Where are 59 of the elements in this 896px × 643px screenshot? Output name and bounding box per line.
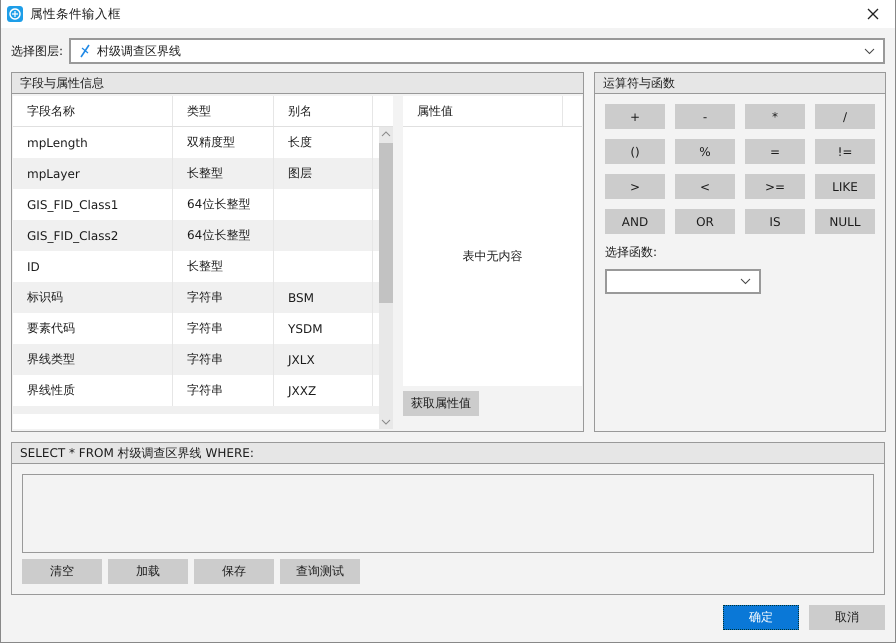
table-cell: 界线类型 xyxy=(13,344,173,375)
operator-button[interactable]: + xyxy=(605,104,665,129)
panel-header: SELECT * FROM 村级调查区界线 WHERE: xyxy=(12,443,884,464)
scroll-up-icon[interactable] xyxy=(381,131,391,137)
operator-button[interactable]: > xyxy=(605,174,665,199)
operator-button[interactable]: % xyxy=(675,139,735,164)
operator-button[interactable]: * xyxy=(745,104,805,129)
empty-message: 表中无内容 xyxy=(462,248,522,265)
table-cell: 字符串 xyxy=(173,344,274,375)
table-cell: 图层 xyxy=(288,165,312,182)
function-dropdown[interactable] xyxy=(605,269,761,294)
column-header[interactable]: 别名 xyxy=(274,96,373,126)
panel-header: 字段与属性信息 xyxy=(12,73,583,94)
table-cell: 标识码 xyxy=(13,282,173,313)
ok-button[interactable]: 确定 xyxy=(723,605,799,630)
operator-button[interactable]: - xyxy=(675,104,735,129)
query-button[interactable]: 查询测试 xyxy=(280,559,360,584)
operator-button[interactable]: OR xyxy=(675,209,735,234)
operator-button[interactable]: = xyxy=(745,139,805,164)
table-cell: YSDM xyxy=(288,322,323,336)
query-button[interactable]: 加载 xyxy=(108,559,188,584)
panel-header: 运算符与函数 xyxy=(595,73,885,94)
operator-button[interactable]: () xyxy=(605,139,665,164)
table-cell: mpLayer xyxy=(13,158,173,189)
operator-button[interactable]: LIKE xyxy=(815,174,875,199)
table-cell: 64位长整型 xyxy=(173,220,274,251)
scroll-down-icon[interactable] xyxy=(381,419,391,425)
chevron-icon xyxy=(740,278,751,285)
layer-dropdown[interactable]: 村级调查区界线 xyxy=(69,38,885,64)
chevron-icon xyxy=(864,48,875,54)
close-icon[interactable] xyxy=(867,8,879,20)
operator-button[interactable]: NULL xyxy=(815,209,875,234)
operator-button[interactable]: IS xyxy=(745,209,805,234)
operator-button[interactable]: >= xyxy=(745,174,805,199)
operator-button[interactable]: / xyxy=(815,104,875,129)
operator-button[interactable]: < xyxy=(675,174,735,199)
operator-button[interactable]: != xyxy=(815,139,875,164)
query-button[interactable]: 清空 xyxy=(22,559,102,584)
cancel-button[interactable]: 取消 xyxy=(809,605,885,630)
query-button[interactable]: 保存 xyxy=(194,559,274,584)
layer-label: 选择图层: xyxy=(11,42,64,60)
window-title: 属性条件输入框 xyxy=(30,6,122,22)
function-label: 选择函数: xyxy=(605,244,658,261)
table-cell: JXLX xyxy=(288,352,315,366)
column-header[interactable]: 字段名称 xyxy=(13,96,173,126)
table-cell: GIS_FID_Class2 xyxy=(13,220,173,251)
table-cell: 长度 xyxy=(288,134,312,151)
table-cell: 字符串 xyxy=(173,282,274,313)
scrollbar[interactable] xyxy=(379,127,393,429)
table-cell: JXXZ xyxy=(288,384,316,398)
query-input-field[interactable] xyxy=(22,474,874,553)
column-header[interactable]: 属性值 xyxy=(403,96,563,126)
table-cell: 长整型 xyxy=(173,158,274,189)
table-cell: BSM xyxy=(288,290,314,304)
column-header[interactable]: 类型 xyxy=(173,96,274,126)
get-values-button[interactable]: 获取属性值 xyxy=(403,391,479,416)
app-icon xyxy=(7,6,23,22)
operator-button[interactable]: AND xyxy=(605,209,665,234)
line-icon xyxy=(79,44,92,58)
